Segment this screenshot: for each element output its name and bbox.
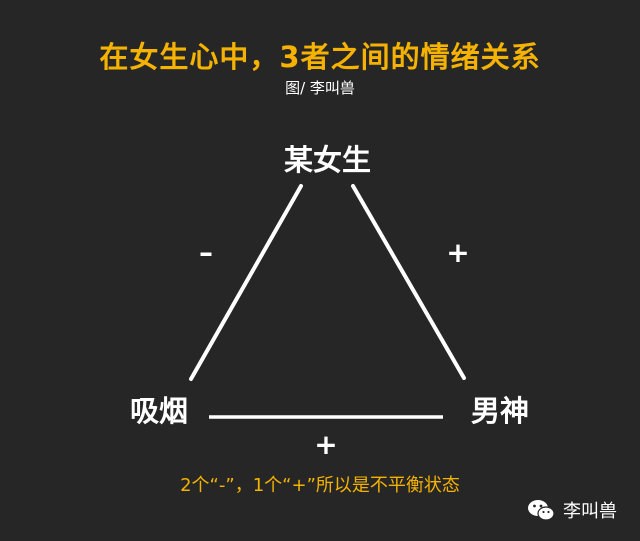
wechat-icon [528, 500, 555, 521]
watermark-text: 李叫兽 [563, 501, 617, 522]
caption-text: 2个“-”，1个“+”所以是不平衡状态 [180, 475, 460, 496]
edge-left-sign: – [199, 236, 213, 269]
edge-right-sign: + [446, 236, 470, 269]
node-bottom-left: 吸烟 [130, 394, 189, 428]
node-top: 某女生 [284, 143, 372, 177]
edge-left-line [189, 184, 303, 381]
watermark: 李叫兽 [527, 497, 617, 523]
node-bottom-right: 男神 [471, 394, 530, 428]
edge-right-line [351, 184, 466, 380]
edge-bottom-sign: + [314, 428, 338, 461]
